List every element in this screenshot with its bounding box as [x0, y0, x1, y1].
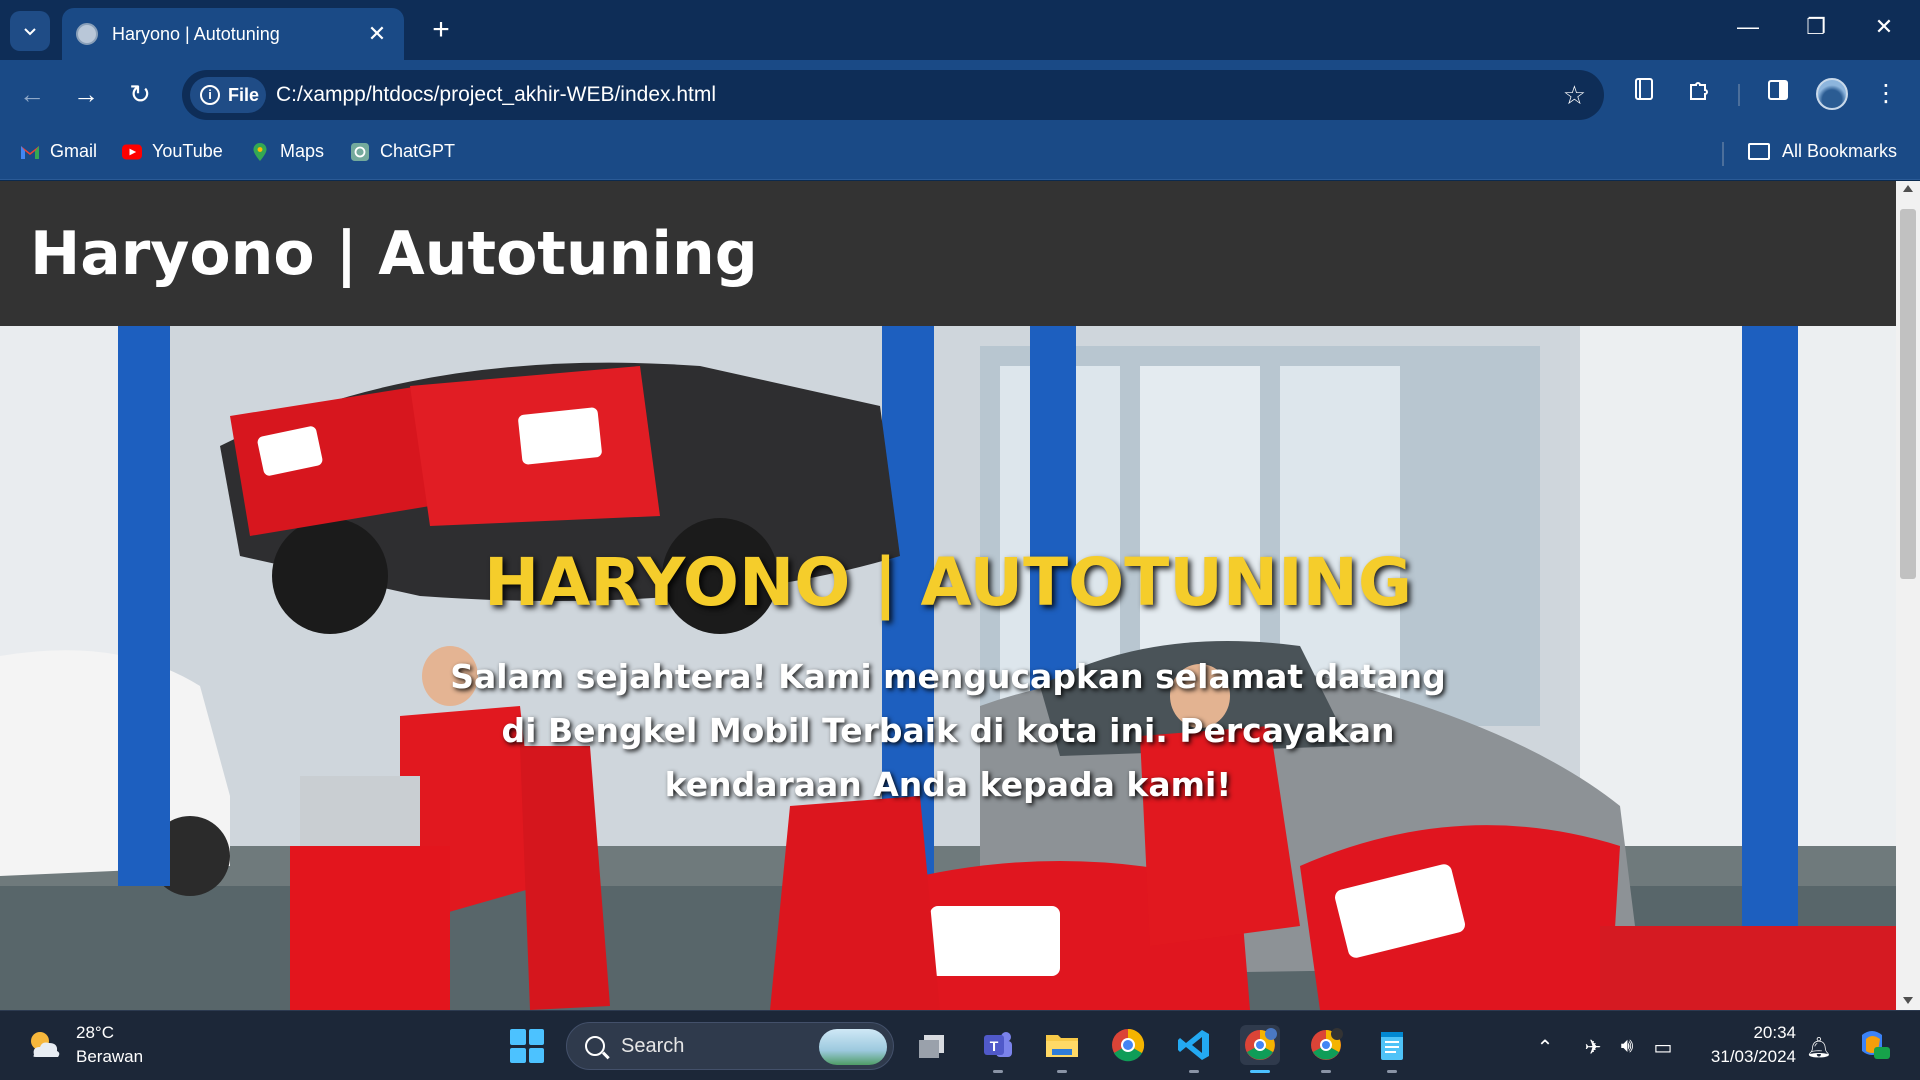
folder-icon: [1748, 143, 1770, 160]
all-bookmarks-label: All Bookmarks: [1782, 141, 1898, 161]
bookmark-label: Gmail: [50, 141, 98, 161]
taskbar-search[interactable]: Search: [566, 1022, 894, 1070]
bookmark-youtube[interactable]: YouTube: [122, 141, 223, 162]
address-bar[interactable]: i File C:/xampp/htdocs/project_akhir-WEB…: [182, 70, 1604, 120]
bookmark-label: ChatGPT: [380, 141, 456, 161]
bookmark-label: YouTube: [152, 141, 223, 161]
vscode-icon[interactable]: [1174, 1025, 1214, 1073]
forward-icon[interactable]: →: [68, 76, 104, 112]
minimize-button[interactable]: —: [1728, 14, 1768, 40]
bookmark-label: Maps: [280, 141, 325, 161]
task-view-icon[interactable]: [912, 1025, 952, 1065]
toolbar-divider: [1738, 84, 1740, 106]
page-scrollbar[interactable]: [1896, 181, 1920, 1010]
site-header: Haryono | Autotuning: [0, 181, 1896, 326]
extensions-icon[interactable]: [1681, 76, 1717, 112]
hero-section: HARYONO | AUTOTUNING Salam sejahtera! Ka…: [0, 326, 1896, 1010]
weather-partly-cloudy-icon[interactable]: [26, 1029, 62, 1061]
browser-toolbar: ← → ↻ i File C:/xampp/htdocs/project_akh…: [0, 60, 1920, 128]
youtube-icon: [122, 144, 142, 159]
weather-temperature[interactable]: 28°C: [76, 1023, 114, 1043]
side-panel-icon[interactable]: [1760, 76, 1796, 112]
copilot-icon[interactable]: [1852, 1025, 1892, 1065]
scroll-up-icon[interactable]: [1903, 185, 1913, 192]
clock-date[interactable]: 31/03/2024: [1700, 1047, 1796, 1067]
notification-bell-icon[interactable]: 🔔︎: [1806, 1035, 1832, 1060]
close-window-button[interactable]: ✕: [1864, 14, 1904, 40]
airplane-mode-icon[interactable]: ✈: [1580, 1035, 1606, 1060]
bookmark-chatgpt[interactable]: ChatGPT: [350, 141, 455, 162]
profile-avatar[interactable]: [1816, 78, 1848, 110]
new-tab-button[interactable]: +: [424, 14, 458, 46]
scroll-down-icon[interactable]: [1903, 997, 1913, 1004]
svg-text:T: T: [990, 1038, 999, 1054]
chrome-profile-icon[interactable]: [1240, 1025, 1280, 1073]
volume-icon[interactable]: 🔊︎: [1614, 1035, 1640, 1058]
search-icon: [585, 1036, 605, 1056]
chrome-icon[interactable]: [1108, 1025, 1148, 1065]
notepad-icon[interactable]: [1372, 1025, 1412, 1073]
all-bookmarks-button[interactable]: All Bookmarks: [1748, 141, 1897, 162]
weather-description[interactable]: Berawan: [76, 1047, 143, 1067]
hero-title: HARYONO | AUTOTUNING: [483, 544, 1413, 621]
reload-icon[interactable]: ↻: [122, 76, 158, 112]
info-icon: i: [200, 85, 220, 105]
scrollbar-thumb[interactable]: [1900, 209, 1916, 579]
battery-icon[interactable]: ▭: [1650, 1035, 1676, 1060]
start-icon[interactable]: [510, 1029, 544, 1063]
running-indicator: [993, 1070, 1003, 1073]
file-explorer-icon[interactable]: [1042, 1025, 1082, 1073]
clock-time[interactable]: 20:34: [1744, 1023, 1796, 1043]
menu-icon[interactable]: ⋮: [1868, 76, 1904, 112]
bookmarks-bar: Gmail YouTube Maps ChatGPT All Bookmarks: [0, 128, 1920, 180]
windows-taskbar: 28°C Berawan Search T ⌃ ✈ 🔊︎ ▭ 20:34 31/…: [0, 1010, 1920, 1080]
site-chip-label: File: [228, 84, 260, 105]
site-info-chip[interactable]: i File: [190, 77, 266, 113]
tab-close-icon[interactable]: ✕: [364, 21, 390, 47]
bookmark-maps[interactable]: Maps: [250, 141, 324, 162]
bookmarks-divider: [1722, 142, 1724, 166]
tab-search-button[interactable]: [10, 11, 50, 51]
chevron-down-icon: [24, 28, 36, 36]
show-hidden-icons-chevron-icon[interactable]: ⌃: [1532, 1035, 1558, 1060]
reading-list-icon[interactable]: [1626, 76, 1662, 112]
site-title: Haryono | Autotuning: [30, 219, 758, 289]
page-viewport: Haryono | Autotuning HARYONO | AUTOTUNIN…: [0, 181, 1920, 1010]
back-icon[interactable]: ←: [14, 76, 50, 112]
running-indicator: [1189, 1070, 1199, 1073]
active-tab[interactable]: Haryono | Autotuning ✕: [62, 8, 404, 60]
tab-strip: Haryono | Autotuning ✕ + — ❐ ✕: [0, 0, 1920, 60]
running-indicator: [1387, 1070, 1397, 1073]
search-label: Search: [621, 1035, 685, 1057]
teams-icon[interactable]: T: [978, 1025, 1018, 1073]
tab-title: Haryono | Autotuning: [112, 23, 280, 44]
maps-icon: [253, 142, 267, 161]
running-indicator: [1321, 1070, 1331, 1073]
url-text[interactable]: C:/xampp/htdocs/project_akhir-WEB/index.…: [276, 83, 716, 107]
gmail-icon: [21, 145, 39, 159]
active-indicator: [1250, 1070, 1270, 1073]
hero-welcome-text: Salam sejahtera! Kami mengucapkan selama…: [450, 657, 1446, 804]
globe-icon: [76, 23, 98, 45]
restore-button[interactable]: ❐: [1796, 14, 1836, 40]
bookmark-star-icon[interactable]: ☆: [1563, 80, 1586, 111]
chrome-profile-2-icon[interactable]: [1306, 1025, 1346, 1073]
search-highlight-image: [819, 1029, 887, 1065]
running-indicator: [1057, 1070, 1067, 1073]
bookmark-gmail[interactable]: Gmail: [20, 141, 97, 162]
chatgpt-icon: [351, 142, 369, 161]
